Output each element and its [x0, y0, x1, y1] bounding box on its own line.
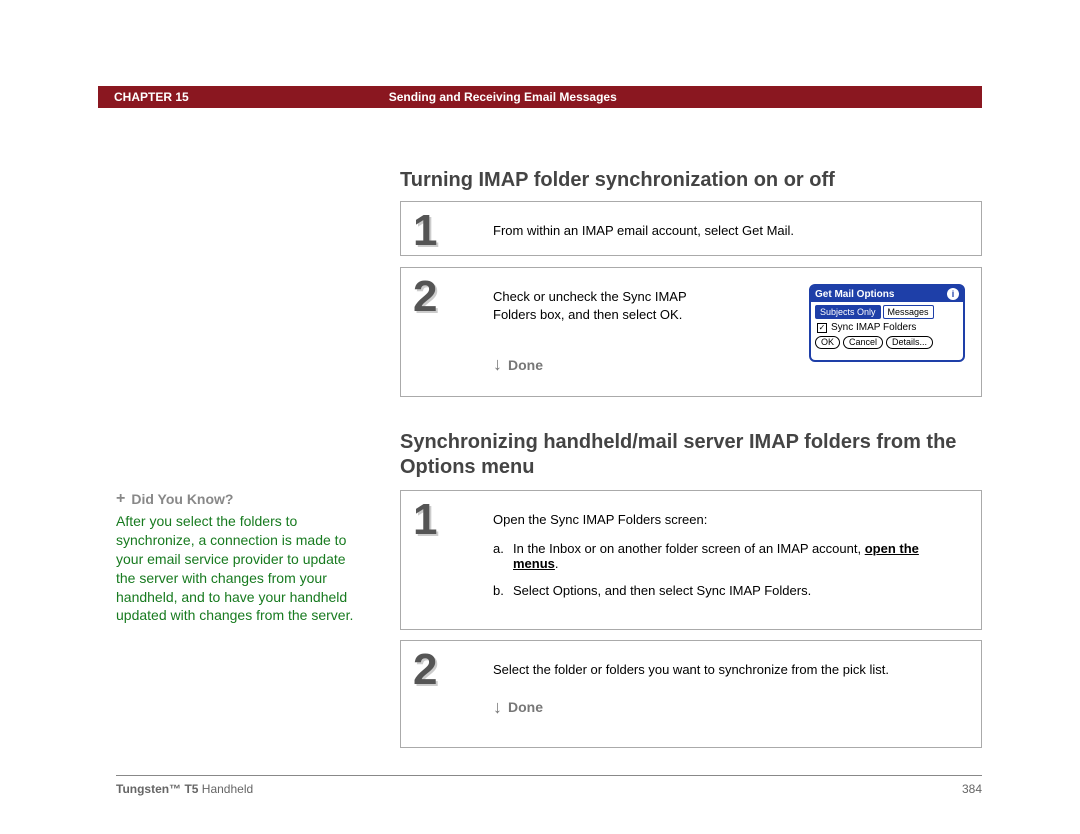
product-name: Tungsten™ T5 Handheld: [116, 782, 253, 796]
tab-messages[interactable]: Messages: [883, 305, 934, 319]
section2-title: Synchronizing handheld/mail server IMAP …: [400, 430, 980, 480]
product-rest: Handheld: [198, 782, 253, 796]
done-label: ↓ Done: [493, 697, 961, 718]
section1-step2-frame: 2 Check or uncheck the Sync IMAP Folders…: [400, 267, 982, 397]
chapter-label: CHAPTER 15: [114, 90, 189, 104]
sub-item-a: a. In the Inbox or on another folder scr…: [493, 541, 961, 571]
done-arrow-icon: ↓: [493, 697, 502, 718]
sub-list: a. In the Inbox or on another folder scr…: [493, 541, 961, 598]
page-footer: Tungsten™ T5 Handheld 384: [116, 775, 982, 796]
item-a-prefix: In the Inbox or on another folder screen…: [513, 541, 865, 556]
s2-step1-text: Open the Sync IMAP Folders screen:: [493, 511, 961, 529]
done-label: ↓ Done: [493, 354, 543, 375]
dyk-text: After you select the folders to synchron…: [116, 513, 353, 623]
product-bold: Tungsten™ T5: [116, 782, 198, 796]
step-number: 2: [413, 645, 437, 695]
section2-step2-frame: 2 Select the folder or folders you want …: [400, 640, 982, 748]
plus-icon: +: [116, 490, 125, 508]
sub-item-b: b. Select Options, and then select Sync …: [493, 583, 961, 598]
chapter-header-bar: CHAPTER 15 Sending and Receiving Email M…: [98, 86, 982, 108]
checkbox-label: Sync IMAP Folders: [831, 322, 916, 333]
item-a-content: In the Inbox or on another folder screen…: [513, 541, 961, 571]
palm-tabs: Subjects Only Messages: [815, 305, 959, 319]
sync-imap-checkbox-row[interactable]: ✓ Sync IMAP Folders: [817, 322, 957, 333]
did-you-know-body: After you select the folders to synchron…: [116, 512, 356, 625]
did-you-know-heading: + Did You Know?: [116, 490, 356, 508]
step-number: 1: [413, 206, 437, 256]
palm-button-row: OK Cancel Details...: [815, 336, 959, 349]
dyk-label: Did You Know?: [131, 491, 233, 507]
section1-step1-frame: 1 From within an IMAP email account, sel…: [400, 201, 982, 256]
letter-b: b.: [493, 583, 513, 598]
palm-dialog-title-bar: Get Mail Options i: [811, 286, 963, 302]
page-number: 384: [962, 782, 982, 796]
info-icon[interactable]: i: [947, 288, 959, 300]
did-you-know-sidebar: + Did You Know? After you select the fol…: [116, 490, 356, 625]
done-text: Done: [508, 699, 543, 715]
done-text: Done: [508, 357, 543, 373]
details-button[interactable]: Details...: [886, 336, 933, 349]
step1-text: From within an IMAP email account, selec…: [493, 222, 961, 240]
chapter-title: Sending and Receiving Email Messages: [389, 90, 617, 104]
palm-dialog-title: Get Mail Options: [815, 289, 894, 300]
s2-step2-text: Select the folder or folders you want to…: [493, 661, 961, 679]
done-arrow-icon: ↓: [493, 354, 502, 375]
palm-dialog: Get Mail Options i Subjects Only Message…: [809, 284, 965, 362]
section2-step1-frame: 1 Open the Sync IMAP Folders screen: a. …: [400, 490, 982, 630]
tab-subjects-only[interactable]: Subjects Only: [815, 305, 881, 319]
step2-text: Check or uncheck the Sync IMAP Folders b…: [493, 288, 723, 323]
section1-title: Turning IMAP folder synchronization on o…: [400, 168, 982, 193]
letter-a: a.: [493, 541, 513, 571]
checkbox-checked-icon[interactable]: ✓: [817, 323, 827, 333]
step-number: 2: [413, 272, 437, 322]
open-menus-link-2[interactable]: menus: [513, 556, 555, 571]
item-a-period: .: [555, 556, 559, 571]
cancel-button[interactable]: Cancel: [843, 336, 883, 349]
open-menus-link-1[interactable]: open the: [865, 541, 919, 556]
step-number: 1: [413, 495, 437, 545]
item-b-text: Select Options, and then select Sync IMA…: [513, 583, 811, 598]
ok-button[interactable]: OK: [815, 336, 840, 349]
